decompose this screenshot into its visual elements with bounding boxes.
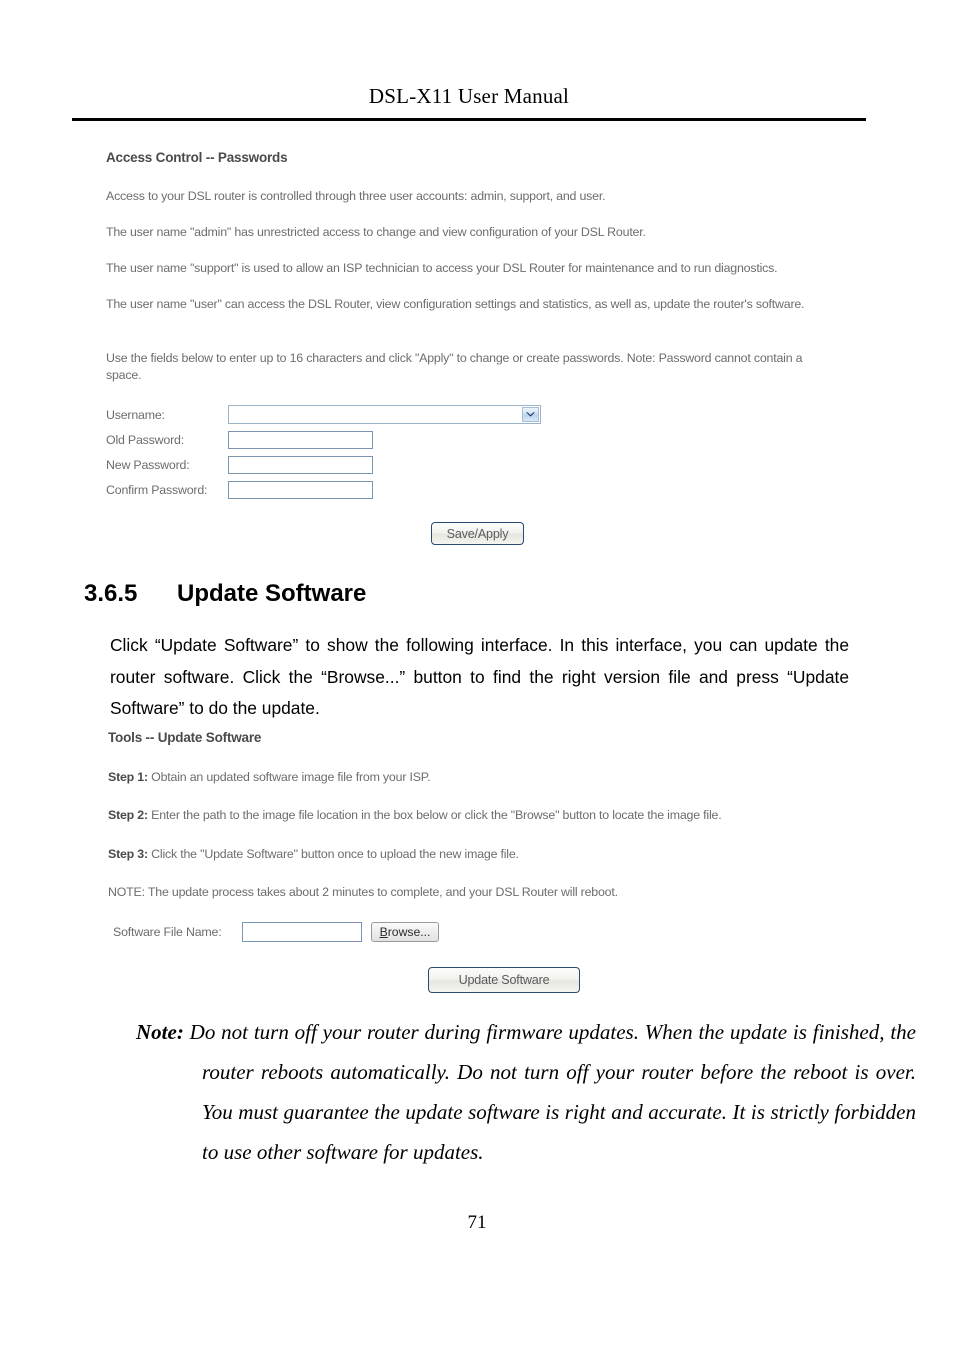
browse-button-label: rowse...	[387, 924, 431, 939]
firmware-note-text: Do not turn off your router during firmw…	[183, 1020, 916, 1164]
section-heading: 3.6.5 Update Software	[84, 580, 366, 608]
software-file-name-input[interactable]	[242, 922, 362, 942]
update-step-2-text: Enter the path to the image file locatio…	[147, 808, 722, 822]
firmware-note-label: Note:	[136, 1020, 184, 1044]
manual-title: DSL-X11 User Manual	[368, 84, 570, 108]
update-step-2-label: Step 2:	[108, 808, 148, 822]
username-label: Username:	[106, 407, 165, 422]
old-password-label: Old Password:	[106, 432, 184, 447]
new-password-label: New Password:	[106, 457, 190, 472]
update-software-note: NOTE: The update process takes about 2 m…	[108, 885, 618, 899]
access-control-heading: Access Control -- Passwords	[106, 150, 288, 165]
old-password-input[interactable]	[228, 430, 373, 449]
access-control-panel: Access Control -- Passwords	[0, 150, 954, 165]
update-software-panel: Tools -- Update Software	[0, 730, 954, 745]
header-divider	[72, 118, 866, 121]
section-title: Update Software	[177, 580, 367, 607]
section-number: 3.6.5	[84, 580, 138, 607]
update-step-3-text: Click the "Update Software" button once …	[147, 847, 519, 861]
confirm-password-input[interactable]	[228, 480, 373, 499]
new-password-row: New Password:	[106, 452, 566, 477]
new-password-input[interactable]	[228, 455, 373, 474]
browse-button[interactable]: Browse...	[371, 922, 439, 942]
access-control-paragraph-1: Access to your DSL router is controlled …	[106, 189, 606, 203]
access-control-paragraph-2: The user name "admin" has unrestricted a…	[106, 225, 646, 239]
username-row: Username:	[106, 402, 566, 427]
browse-button-accel: B	[379, 924, 388, 939]
update-step-3-label: Step 3:	[108, 847, 148, 861]
update-software-button-wrap: Update Software	[428, 967, 688, 993]
update-step-2: Step 2: Enter the path to the image file…	[108, 807, 853, 824]
page-number: 71	[467, 1212, 487, 1233]
confirm-password-row: Confirm Password:	[106, 477, 566, 502]
update-step-1-text: Obtain an updated software image file fr…	[147, 770, 431, 784]
old-password-row: Old Password:	[106, 427, 566, 452]
page-running-head: DSL-X11 User Manual	[72, 84, 866, 109]
section-body-paragraph: Click “Update Software” to show the foll…	[110, 635, 849, 718]
software-file-row: Software File Name: Browse...	[113, 922, 533, 942]
update-step-1: Step 1: Obtain an updated software image…	[108, 769, 848, 786]
tools-update-software-heading: Tools -- Update Software	[108, 730, 262, 745]
firmware-note-block: Note: Do not turn off your router during…	[136, 1012, 916, 1172]
password-form: Username: Old Password: New Password: Co…	[106, 402, 566, 502]
software-file-name-label: Software File Name:	[113, 925, 222, 939]
access-control-paragraph-4: The user name "user" can access the DSL …	[106, 297, 805, 311]
save-apply-wrap: Save/Apply	[431, 522, 631, 545]
access-control-paragraph-5: Use the fields below to enter up to 16 c…	[106, 351, 803, 382]
confirm-password-label: Confirm Password:	[106, 482, 208, 497]
update-step-3: Step 3: Click the "Update Software" butt…	[108, 846, 848, 863]
update-software-button[interactable]: Update Software	[428, 967, 580, 993]
access-control-paragraph-3: The user name "support" is used to allow…	[106, 261, 778, 275]
chevron-down-icon[interactable]	[522, 407, 539, 422]
save-apply-button[interactable]: Save/Apply	[431, 522, 524, 545]
username-select[interactable]	[228, 405, 541, 424]
update-step-1-label: Step 1:	[108, 770, 148, 784]
